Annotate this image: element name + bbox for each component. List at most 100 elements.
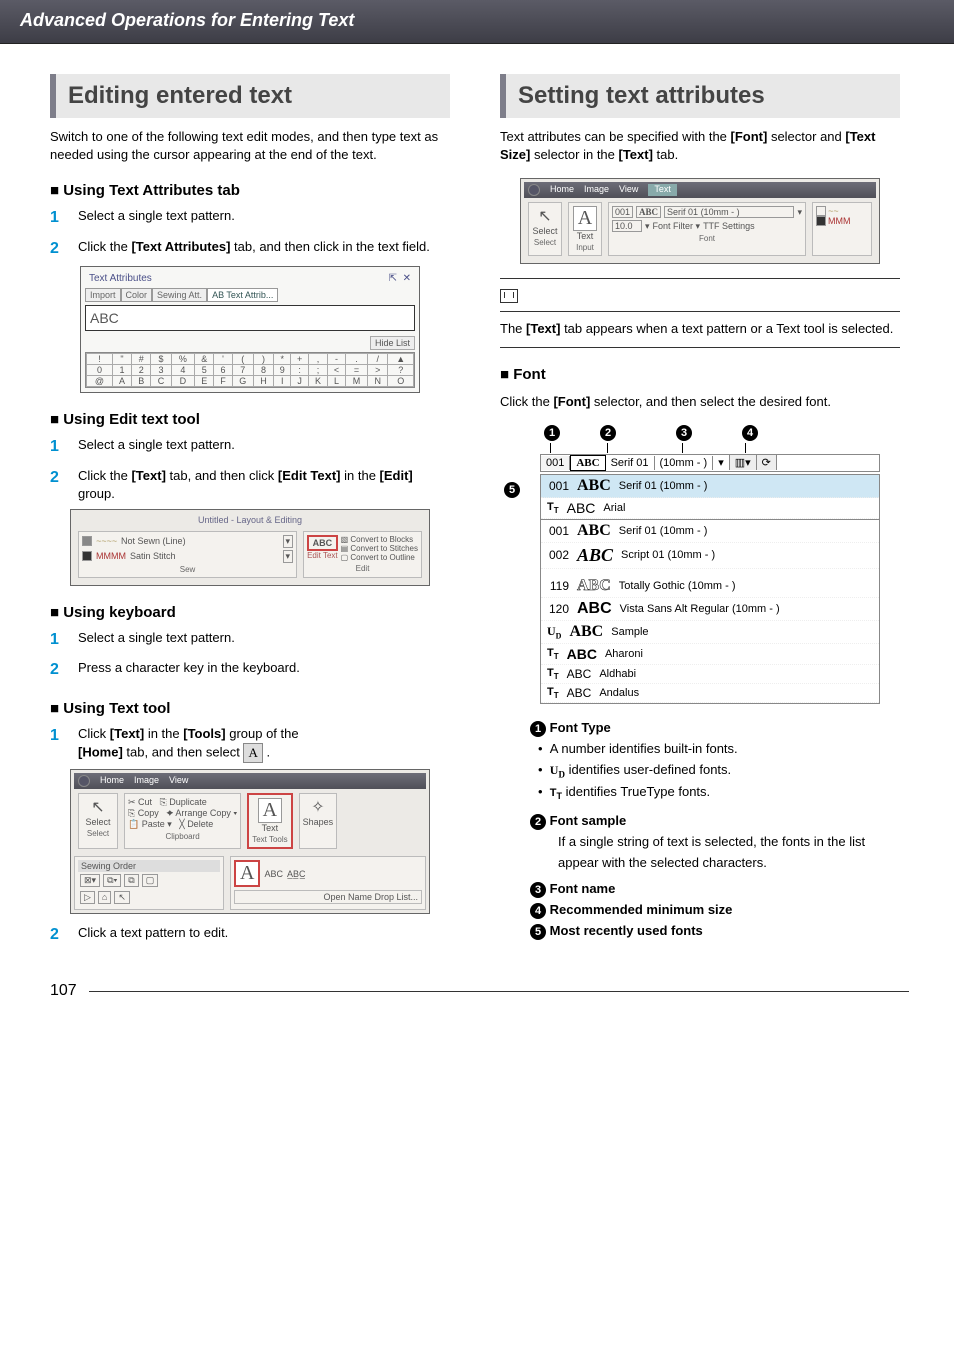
- tab-color[interactable]: Color: [121, 288, 153, 302]
- left-column: Editing entered text Switch to one of th…: [50, 74, 450, 952]
- tab-image[interactable]: Image: [134, 775, 159, 787]
- sub-edit-text-tool: ■ Using Edit text tool: [50, 411, 450, 428]
- font-list-item[interactable]: TT ABC Aldhabi: [541, 665, 879, 684]
- dropdown-icon[interactable]: ▾: [713, 455, 730, 470]
- abc-icon[interactable]: ABC: [307, 535, 338, 551]
- right-intro: Text attributes can be specified with th…: [500, 128, 900, 164]
- font-list-item[interactable]: 001 ABC Serif 01 (10mm - ): [541, 520, 879, 543]
- select-button[interactable]: Select: [532, 226, 558, 236]
- text-tab-ribbon: Home Image View Text ↖ Select Select A T…: [520, 178, 880, 264]
- convert-stitches[interactable]: ▤ Convert to Stitches: [341, 544, 418, 553]
- select-button[interactable]: Select: [82, 817, 114, 827]
- so-btn[interactable]: ▢: [142, 874, 159, 887]
- sew-line1[interactable]: Not Sewn (Line): [121, 536, 186, 546]
- font-list-item[interactable]: 001 ABC Serif 01 (10mm - ): [541, 475, 879, 498]
- shapes-button[interactable]: Shapes: [303, 817, 334, 827]
- font-list-item[interactable]: TT ABC Arial: [541, 498, 879, 519]
- ttf-settings[interactable]: TTF Settings: [703, 221, 755, 231]
- so-btn[interactable]: ▷: [80, 891, 95, 904]
- abc-vert-icon[interactable]: A̲B̲C̲: [287, 869, 306, 879]
- font-selector-row[interactable]: 001 ABC Serif 01 (10mm - ) ▾ ▥▾ ⟳: [540, 454, 880, 472]
- tab-image[interactable]: Image: [584, 184, 609, 196]
- convert-outline[interactable]: ▢ Convert to Outline: [341, 553, 418, 562]
- step-text: Click the [Text Attributes] tab, and the…: [78, 238, 450, 260]
- step-number: 2: [50, 238, 78, 260]
- text-entry-field[interactable]: ABC: [85, 305, 415, 331]
- dropdown-icon[interactable]: ▾: [283, 550, 294, 563]
- edit-group-label: Edit: [307, 564, 418, 573]
- panel-close[interactable]: ⇱ ✕: [389, 273, 411, 284]
- so-btn[interactable]: ⌂: [98, 891, 111, 904]
- tab-home[interactable]: Home: [100, 775, 124, 787]
- character-grid[interactable]: !"#$%&'()*+,-./▲0123456789:;<=>?@ABCDEFG…: [85, 352, 415, 388]
- text-button[interactable]: Text: [572, 231, 598, 241]
- step-number: 2: [50, 659, 78, 681]
- hide-list-button[interactable]: Hide List: [370, 336, 415, 350]
- font-list-item[interactable]: UD ABC Sample: [541, 621, 879, 644]
- text-a-icon[interactable]: A: [573, 206, 597, 231]
- font-abc[interactable]: ABC: [636, 206, 661, 218]
- step-number: 2: [50, 467, 78, 503]
- step-2-tt: 2 Click a text pattern to edit.: [50, 924, 450, 946]
- font-list-item[interactable]: 119 ABC Totally Gothic (10mm - ): [541, 575, 879, 598]
- text-a-sel-icon[interactable]: A: [234, 860, 260, 887]
- dropdown-icon[interactable]: ▾: [797, 207, 802, 218]
- step-number: 1: [50, 629, 78, 651]
- dropdown-icon[interactable]: ▾: [645, 221, 650, 232]
- dropdown-icon[interactable]: ▾: [283, 535, 294, 548]
- marker-2: 2: [600, 425, 616, 441]
- font-filter[interactable]: Font Filter ▾: [653, 221, 701, 232]
- so-btn[interactable]: ⧉: [124, 874, 138, 887]
- marker-5: 5: [504, 482, 520, 498]
- tab-view[interactable]: View: [169, 775, 188, 787]
- page-number: 107: [50, 982, 954, 1000]
- edit-text-button[interactable]: Edit Text: [307, 551, 338, 560]
- so-btn[interactable]: ⧉▾: [103, 874, 121, 887]
- panel-tabs: Import Color Sewing Att. AB Text Attrib.…: [85, 288, 415, 302]
- step-text: Select a single text pattern.: [78, 436, 450, 458]
- tt-icon: TT: [550, 787, 562, 799]
- step-number: 1: [50, 207, 78, 229]
- step-text: Select a single text pattern.: [78, 629, 450, 651]
- sew-line2[interactable]: Satin Stitch: [130, 551, 176, 561]
- tab-text-attrib[interactable]: AB Text Attrib...: [207, 288, 278, 302]
- sub-using-keyboard: ■ Using keyboard: [50, 604, 450, 621]
- font-dropdown: 1 2 3 4 001 ABC Serif 01 (10mm - ) ▾ ▥▾ …: [540, 425, 880, 704]
- open-name-list[interactable]: Open Name Drop List...: [234, 890, 422, 904]
- tab-text[interactable]: Text: [648, 184, 677, 196]
- step-2-ta: 2 Click the [Text Attributes] tab, and t…: [50, 238, 450, 260]
- note-icon: [500, 289, 518, 303]
- edit-text-ribbon: Untitled - Layout & Editing ~~~~Not Sewn…: [70, 509, 430, 586]
- so-btn[interactable]: ↖: [114, 891, 130, 904]
- font-list-item[interactable]: TT ABC Aharoni: [541, 644, 879, 665]
- font-size[interactable]: 10.0: [612, 220, 642, 232]
- sub-text-attributes-tab: ■ Using Text Attributes tab: [50, 182, 450, 199]
- cut-button[interactable]: ✂ Cut ⎘ Duplicate: [128, 797, 237, 808]
- step-2-kb: 2 Press a character key in the keyboard.: [50, 659, 450, 681]
- tab-sewing-att[interactable]: Sewing Att.: [152, 288, 207, 302]
- step-number: 1: [50, 436, 78, 458]
- so-btn[interactable]: ⊠▾: [80, 874, 100, 887]
- sub-font: ■ Font: [500, 366, 900, 383]
- step-1-et: 1 Select a single text pattern.: [50, 436, 450, 458]
- convert-blocks[interactable]: ▧ Convert to Blocks: [341, 535, 418, 544]
- copy-button[interactable]: ⎘ Copy ✦ Arrange Copy ▾: [128, 808, 237, 819]
- ribbon-title: Untitled - Layout & Editing: [74, 513, 426, 527]
- page-header: Advanced Operations for Entering Text: [0, 0, 954, 44]
- font-num[interactable]: 001: [612, 206, 633, 218]
- clipboard-label: Clipboard: [128, 832, 237, 841]
- panel-title: Text Attributes: [89, 273, 152, 284]
- font-list-item[interactable]: 002 ABC Script 01 (10mm - ): [541, 543, 879, 569]
- font-list-item[interactable]: TT ABC Andalus: [541, 684, 879, 703]
- tab-view[interactable]: View: [619, 184, 638, 196]
- font-desc[interactable]: Serif 01 (10mm - ): [664, 206, 794, 218]
- tab-home[interactable]: Home: [550, 184, 574, 196]
- text-button[interactable]: Text: [252, 823, 287, 833]
- tab-import[interactable]: Import: [85, 288, 121, 302]
- step-2-et: 2 Click the [Text] tab, and then click […: [50, 467, 450, 503]
- font-list-item[interactable]: 120 ABC Vista Sans Alt Regular (10mm - ): [541, 598, 879, 621]
- paste-button[interactable]: 📋 Paste ▾ ╳ Delete: [128, 819, 237, 830]
- text-tool-a-icon[interactable]: A: [258, 798, 282, 823]
- font-list[interactable]: 001 ABC Serif 01 (10mm - )TT ABC Arial00…: [540, 474, 880, 704]
- home-ribbon: Home Image View ↖ Select Select ✂ Cut ⎘ …: [70, 769, 430, 914]
